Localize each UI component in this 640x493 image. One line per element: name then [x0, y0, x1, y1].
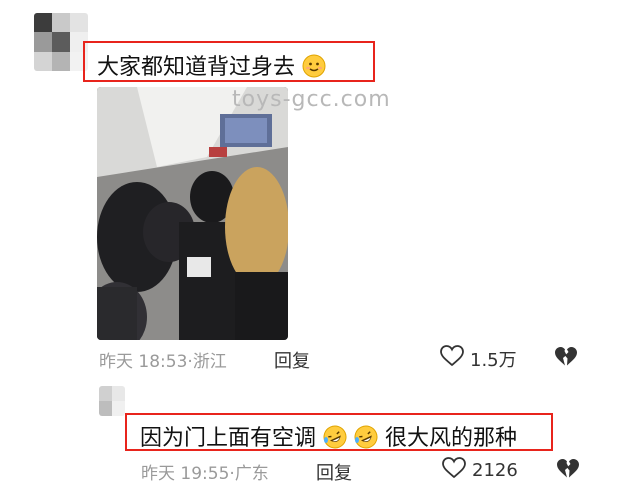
like-count: 2126	[472, 460, 518, 481]
comment-photo[interactable]	[97, 87, 288, 340]
comment-time: 昨天 18:53	[99, 352, 188, 372]
watermark: toys-gcc.com	[232, 87, 391, 112]
comment-text-content: 大家都知道背过身去	[97, 55, 296, 80]
dislike-button[interactable]	[556, 458, 580, 484]
slightly-smiling-face-icon	[302, 54, 326, 84]
broken-heart-icon	[554, 347, 578, 372]
reply-button[interactable]: 回复	[274, 347, 310, 373]
comment-meta: 昨天 18:53·浙江	[99, 347, 227, 372]
comment-text: 大家都知道背过身去	[97, 49, 326, 84]
comment-location: 浙江	[192, 352, 227, 372]
broken-heart-icon	[556, 459, 580, 484]
heart-icon	[440, 345, 464, 372]
avatar[interactable]	[99, 386, 125, 416]
avatar[interactable]	[34, 13, 88, 71]
comment-time: 昨天 19:55	[141, 464, 230, 484]
heart-icon	[442, 457, 466, 484]
rolling-on-floor-laughing-icon	[354, 425, 378, 455]
comment-text: 因为门上面有空调 很大风的那种	[140, 420, 517, 455]
comment-location: 广东	[234, 464, 269, 484]
reply-button[interactable]: 回复	[316, 459, 352, 485]
rolling-on-floor-laughing-icon	[323, 425, 347, 455]
like-count: 1.5万	[470, 349, 517, 371]
dislike-button[interactable]	[554, 346, 578, 372]
like-button[interactable]: 1.5万	[440, 345, 517, 372]
comment-text-content: 很大风的那种	[385, 426, 518, 451]
comment-text-content: 因为门上面有空调	[140, 426, 317, 451]
like-button[interactable]: 2126	[442, 457, 518, 484]
comment-meta: 昨天 19:55·广东	[141, 459, 269, 484]
